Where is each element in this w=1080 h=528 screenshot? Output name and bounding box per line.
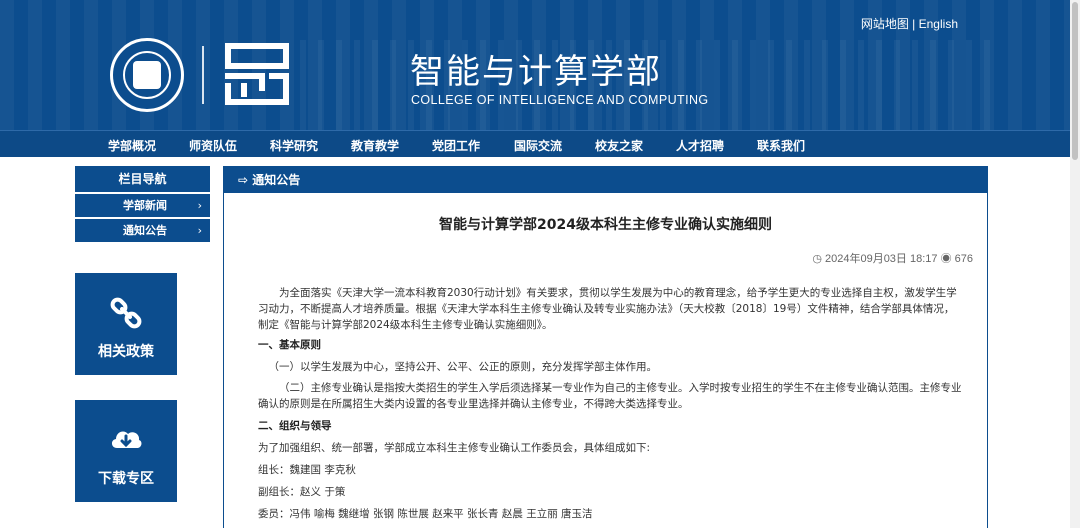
section-heading-organization: 二、组织与领导: [258, 420, 332, 432]
sidebar-item-notices[interactable]: 通知公告 ›: [75, 218, 210, 242]
logo-divider: [202, 46, 204, 104]
top-links-text[interactable]: 网站地图 | English: [861, 17, 958, 31]
university-seal-logo[interactable]: [110, 38, 184, 112]
article-views: 676: [954, 253, 973, 265]
paragraph-deputy-leader: 副组长：赵义 于策: [258, 486, 346, 498]
paragraph-principle-1: （一）以学生发展为中心，坚持公开、公平、公正的原则，充分发挥学部主体作用。: [268, 361, 658, 373]
sidebar-item-label: 学部新闻: [123, 199, 167, 212]
nav-item-alumni[interactable]: 校友之家: [595, 137, 643, 154]
college-title-en: COLLEGE OF INTELLIGENCE AND COMPUTING: [411, 93, 709, 107]
nav-item-faculty[interactable]: 师资队伍: [189, 137, 237, 154]
download-tile[interactable]: 下载专区: [75, 400, 177, 502]
nav-item-overview[interactable]: 学部概况: [108, 137, 156, 154]
clock-icon: ◷: [812, 253, 822, 265]
nav-item-party[interactable]: 党团工作: [432, 137, 480, 154]
article-date: 2024年09月03日 18:17: [824, 253, 938, 265]
seal-core: [133, 61, 161, 89]
main-nav: 学部概况 师资队伍 科学研究 教育教学 党团工作 国际交流 校友之家 人才招聘 …: [0, 130, 1070, 157]
college-glyph-logo: [225, 43, 289, 105]
paragraph-leader: 组长：魏建国 李克秋: [258, 464, 356, 476]
nav-item-education[interactable]: 教育教学: [351, 137, 399, 154]
paragraph-intro: 为全面落实《天津大学一流本科教育2030行动计划》有关要求，贯彻以学生发展为中心…: [258, 287, 957, 331]
link-icon: [110, 297, 142, 329]
chevron-right-icon: ›: [197, 224, 202, 237]
download-tile-label: 下载专区: [98, 471, 154, 487]
sidebar-item-news[interactable]: 学部新闻 ›: [75, 193, 210, 217]
paragraph-principle-2: （二）主修专业确认是指按大类招生的学生入学后须选择某一专业作为自己的主修专业。入…: [258, 382, 962, 410]
nav-item-research[interactable]: 科学研究: [270, 137, 318, 154]
eye-icon: ◉: [940, 253, 952, 265]
notice-panel: ⇨ 通知公告 智能与计算学部2024级本科生主修专业确认实施细则 ◷ 2024年…: [223, 166, 988, 528]
section-heading-principles: 一、基本原则: [258, 339, 321, 351]
paragraph-members: 委员：冯伟 喻梅 魏继增 张钢 陈世展 赵来平 张长青 赵晨 王立丽 唐玉洁: [258, 508, 593, 520]
paragraph-organization: 为了加强组织、统一部署，学部成立本科生主修专业确认工作委员会，具体组成如下:: [258, 442, 651, 454]
sidebar-item-label: 通知公告: [123, 224, 167, 237]
chevron-right-icon: ›: [197, 199, 202, 212]
site-header: 网站地图 | English 智能与计算学部 COLLEGE OF INTELL…: [0, 0, 1070, 130]
sidebar-title: 栏目导航: [75, 166, 210, 192]
college-title-cn: 智能与计算学部: [410, 52, 662, 92]
nav-item-recruitment[interactable]: 人才招聘: [676, 137, 724, 154]
policy-tile[interactable]: 相关政策: [75, 273, 177, 375]
panel-header-label: 通知公告: [252, 173, 301, 187]
sign-out-icon: ⇨: [238, 173, 249, 187]
cloud-download-icon: [111, 431, 142, 448]
panel-header: ⇨ 通知公告: [224, 167, 987, 193]
nav-item-international[interactable]: 国际交流: [514, 137, 562, 154]
article-title: 智能与计算学部2024级本科生主修专业确认实施细则: [439, 217, 772, 233]
page-scrollbar-thumb[interactable]: [1072, 2, 1078, 160]
top-links[interactable]: 网站地图 | English: [861, 15, 958, 32]
policy-tile-label: 相关政策: [98, 344, 154, 360]
nav-item-contact[interactable]: 联系我们: [757, 137, 805, 154]
article-meta: ◷ 2024年09月03日 18:17 ◉ 676: [812, 250, 973, 266]
